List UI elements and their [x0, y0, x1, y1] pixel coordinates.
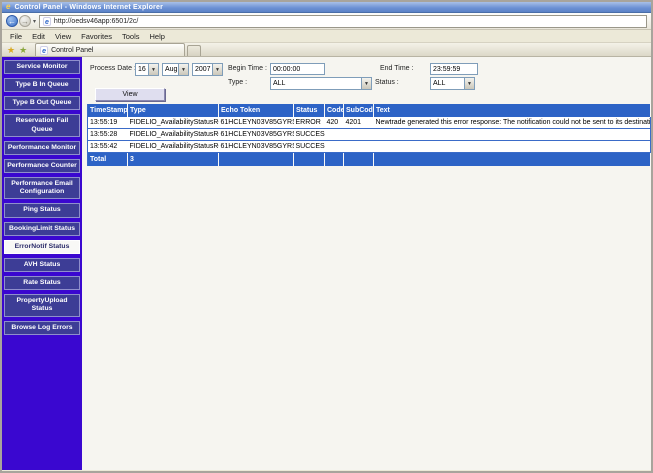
table-cell: 13:55:42	[88, 141, 128, 153]
date-year-select[interactable]: 2007▼	[192, 63, 223, 76]
menu-file[interactable]: File	[6, 31, 28, 42]
new-tab-button[interactable]	[187, 45, 201, 56]
tab-control-panel[interactable]: e Control Panel	[35, 43, 185, 56]
table-total-row: Total 3	[88, 153, 651, 167]
back-button[interactable]: ←	[6, 15, 18, 27]
table-row: 13:55:28FIDELIO_AvailabilityStatusRQ61HC…	[88, 129, 651, 141]
table-cell	[325, 129, 344, 141]
sidebar-item-rate-status[interactable]: Rate Status	[4, 276, 80, 290]
chevron-down-icon: ▼	[464, 78, 474, 89]
sidebar-item-errornotif-status[interactable]: ErrorNotif Status	[4, 240, 80, 254]
menu-bar: FileEditViewFavoritesToolsHelp	[2, 30, 651, 43]
table-header-row: TimeStampTypeEcho TokenStatusCodeSubCode…	[88, 104, 651, 117]
ie-logo-icon: e	[5, 3, 11, 11]
sidebar-item-reservation-fail-queue[interactable]: Reservation Fail Queue	[4, 114, 80, 136]
total-value: 3	[128, 153, 219, 167]
sidebar-item-performance-email-configuration[interactable]: Performance Email Configuration	[4, 177, 80, 199]
forward-button[interactable]: →	[19, 15, 31, 27]
table-body: 13:55:19FIDELIO_AvailabilityStatusRQ61HC…	[88, 117, 651, 153]
column-header-type: Type	[128, 104, 219, 117]
sidebar-item-avh-status[interactable]: AVH Status	[4, 258, 80, 272]
sidebar-item-ping-status[interactable]: Ping Status	[4, 203, 80, 217]
end-time-label: End Time :	[380, 65, 413, 72]
sidebar-item-browse-log-errors[interactable]: Browse Log Errors	[4, 321, 80, 335]
sidebar-item-service-monitor[interactable]: Service Monitor	[4, 60, 80, 74]
tab-bar: ★ ★ e Control Panel	[2, 43, 651, 57]
status-select[interactable]: ALL▼	[430, 77, 475, 90]
table-cell	[374, 141, 651, 153]
sidebar-item-propertyupload-status[interactable]: PropertyUpload Status	[4, 294, 80, 316]
begin-time-label: Begin Time :	[228, 65, 267, 72]
favorites-center-icon[interactable]: ★	[7, 44, 15, 56]
table-row: 13:55:42FIDELIO_AvailabilityStatusRQ61HC…	[88, 141, 651, 153]
browser-window: e Control Panel - Windows Internet Explo…	[0, 0, 653, 473]
menu-help[interactable]: Help	[146, 31, 171, 42]
table-cell: 61HCLEYN03V85GYRSNOS	[219, 141, 294, 153]
menu-tools[interactable]: Tools	[118, 31, 146, 42]
sidebar-item-performance-monitor[interactable]: Performance Monitor	[4, 141, 80, 155]
sidebar-item-type-b-in-queue[interactable]: Type B In Queue	[4, 78, 80, 92]
tab-label: Control Panel	[51, 47, 93, 54]
status-label: Status :	[375, 79, 399, 86]
table-cell: ERROR	[294, 117, 325, 129]
main-panel: Process Date : 16▼ Aug▼ 2007▼ Begin Time…	[82, 57, 651, 470]
table-cell: FIDELIO_AvailabilityStatusRQ	[128, 129, 219, 141]
column-header-status: Status	[294, 104, 325, 117]
type-label: Type :	[228, 79, 247, 86]
table-cell	[325, 141, 344, 153]
table-cell: 13:55:19	[88, 117, 128, 129]
menu-view[interactable]: View	[51, 31, 77, 42]
sidebar-item-type-b-out-queue[interactable]: Type B Out Queue	[4, 96, 80, 110]
content-area: Service Monitor Type B In Queue Type B Out…	[2, 57, 651, 470]
page-favicon-icon: e	[43, 17, 51, 26]
table-cell: SUCCESS	[294, 129, 325, 141]
table-cell: FIDELIO_AvailabilityStatusRQ	[128, 141, 219, 153]
menu-edit[interactable]: Edit	[28, 31, 51, 42]
column-header-subcode: SubCode	[344, 104, 374, 117]
url-field[interactable]: e http://oedsv46app:6501/2c/	[39, 15, 647, 28]
column-header-code: Code	[325, 104, 344, 117]
type-select[interactable]: ALL▼	[270, 77, 372, 90]
error-notif-table: TimeStampTypeEcho TokenStatusCodeSubCode…	[87, 104, 651, 166]
column-header-echo-token: Echo Token	[219, 104, 294, 117]
sidebar-item-bookinglimit-status[interactable]: BookingLimit Status	[4, 222, 80, 236]
chevron-down-icon: ▼	[148, 64, 158, 75]
total-label: Total	[88, 153, 128, 167]
chevron-down-icon: ▼	[212, 64, 222, 75]
column-header-text: Text	[374, 104, 651, 117]
menu-favorites[interactable]: Favorites	[77, 31, 118, 42]
add-favorite-icon[interactable]: ★	[19, 44, 27, 56]
end-time-input[interactable]	[430, 63, 478, 75]
chevron-down-icon: ▼	[361, 78, 371, 89]
title-bar[interactable]: e Control Panel - Windows Internet Explo…	[2, 2, 651, 13]
date-month-select[interactable]: Aug▼	[162, 63, 189, 76]
table-cell	[344, 129, 374, 141]
date-day-select[interactable]: 16▼	[135, 63, 159, 76]
process-date-label: Process Date :	[90, 65, 136, 72]
address-bar: ← → ▾ e http://oedsv46app:6501/2c/	[2, 13, 651, 30]
sidebar-item-performance-counter[interactable]: Performance Counter	[4, 159, 80, 173]
table-cell: Newtrade generated this error response: …	[374, 117, 651, 129]
history-dropdown-icon[interactable]: ▾	[33, 18, 36, 25]
begin-time-input[interactable]	[270, 63, 325, 75]
table-cell: SUCCESS	[294, 141, 325, 153]
sidebar-nav: Service Monitor Type B In Queue Type B Out…	[2, 57, 82, 470]
table-cell: 420	[325, 117, 344, 129]
table-cell: 4201	[344, 117, 374, 129]
table-cell	[344, 141, 374, 153]
view-button[interactable]: View	[95, 88, 165, 101]
url-text: http://oedsv46app:6501/2c/	[54, 18, 138, 25]
table-cell: 13:55:28	[88, 129, 128, 141]
table-row: 13:55:19FIDELIO_AvailabilityStatusRQ61HC…	[88, 117, 651, 129]
chevron-down-icon: ▼	[178, 64, 188, 75]
table-cell	[374, 129, 651, 141]
table-cell: 61HCLEYN03V85GYRSNOS	[219, 117, 294, 129]
table-cell: 61HCLEYN03V85GYRSNOS	[219, 129, 294, 141]
table-cell: FIDELIO_AvailabilityStatusRQ	[128, 117, 219, 129]
tab-favicon-icon: e	[40, 46, 48, 55]
column-header-timestamp: TimeStamp	[88, 104, 128, 117]
window-title: Control Panel - Windows Internet Explore…	[14, 4, 163, 11]
